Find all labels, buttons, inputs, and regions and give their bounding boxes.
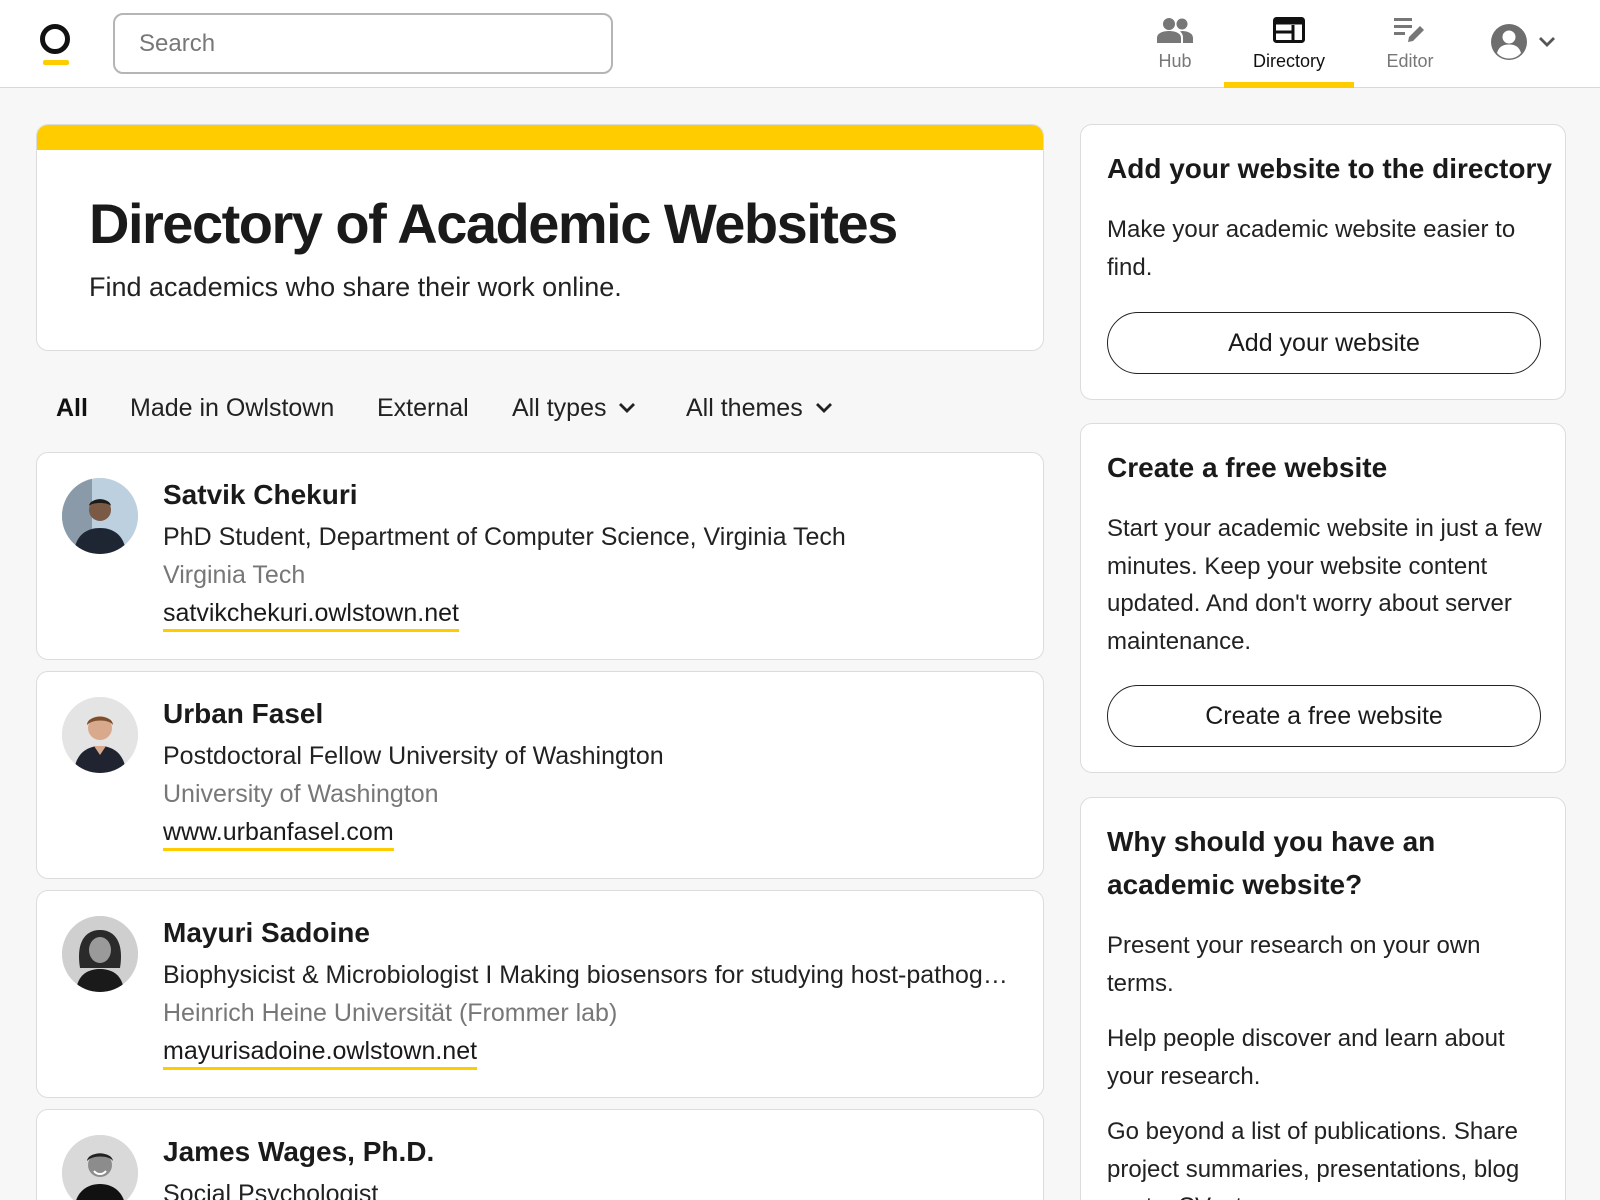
create-website-button[interactable]: Create a free website [1107,685,1541,747]
avatar[interactable] [62,916,138,992]
people-icon [1157,14,1193,46]
directory-entry: Urban Fasel Postdoctoral Fellow Universi… [36,671,1044,879]
person-institution: University of Washington [163,780,439,808]
person-name: James Wages, Ph.D. [163,1136,435,1167]
person-title: Postdoctoral Fellow University of Washin… [163,742,664,770]
nav-editor-label: Editor [1386,51,1434,71]
filter-types-label: All types [512,393,607,422]
directory-entry: Satvik Chekuri PhD Student, Department o… [36,452,1044,660]
chevron-down-icon [1538,35,1556,53]
avatar[interactable] [62,697,138,773]
person-title: Social Psychologist [163,1180,379,1200]
filter-made-in-owlstown[interactable]: Made in Owlstown [130,388,334,428]
search-input[interactable] [113,13,613,74]
directory-entry: Mayuri Sadoine Biophysicist & Microbiolo… [36,890,1044,1098]
nav-editor[interactable]: Editor [1370,0,1450,88]
why-website-title: Why should you have an academic website? [1107,826,1436,900]
directory-icon [1271,14,1307,46]
add-website-button[interactable]: Add your website [1107,312,1541,374]
editor-icon [1392,14,1428,46]
person-institution: Virginia Tech [163,561,306,589]
person-title: Biophysicist & Microbiologist I Making b… [163,961,1013,989]
avatar[interactable] [62,478,138,554]
account-circle-icon [1490,23,1528,66]
account-menu[interactable] [1490,22,1570,66]
add-website-text: Make your academic website easier to fin… [1107,216,1516,281]
person-institution: Heinrich Heine Universität (Frommer lab) [163,999,618,1027]
owlstown-logo[interactable] [38,22,74,66]
page-subtitle: Find academics who share their work onli… [89,272,622,302]
add-website-title: Add your website to the directory [1107,153,1552,184]
nav-hub-label: Hub [1158,51,1192,71]
add-website-card: Add your website to the directory Make y… [1080,124,1566,400]
create-website-card: Create a free website Start your academi… [1080,423,1566,773]
chevron-down-icon [618,402,636,414]
person-website-link[interactable]: mayurisadoine.owlstown.net [163,1037,478,1070]
avatar[interactable] [62,1135,138,1200]
person-name: Satvik Chekuri [163,479,358,510]
filter-external[interactable]: External [377,388,469,428]
nav-directory-label: Directory [1252,51,1325,71]
nav-directory[interactable]: Directory [1224,0,1354,88]
chevron-down-icon [815,402,833,414]
logo-ring [40,24,70,54]
hero-card: Directory of Academic Websites Find acad… [36,124,1044,351]
why-website-card: Why should you have an academic website?… [1080,797,1566,1200]
filter-all[interactable]: All [56,388,88,428]
logo-underline [43,60,69,65]
directory-entry: James Wages, Ph.D. Social Psychologist [36,1109,1044,1200]
create-website-text: Start your academic website in just a fe… [1107,515,1542,655]
filter-themes-label: All themes [686,393,803,422]
page-title: Directory of Academic Websites [89,192,898,255]
person-website-link[interactable]: www.urbanfasel.com [163,818,394,851]
why-website-point: Go beyond a list of publications. Share … [1107,1118,1520,1200]
top-bar: Hub Directory Editor [0,0,1600,88]
filter-themes-dropdown[interactable]: All themes [686,388,833,428]
person-title: PhD Student, Department of Computer Scie… [163,523,846,551]
filter-types-dropdown[interactable]: All types [512,388,636,428]
why-website-point: Present your research on your own terms. [1107,932,1481,997]
person-name: Mayuri Sadoine [163,917,370,948]
person-website-link[interactable]: satvikchekuri.owlstown.net [163,599,459,632]
nav-hub[interactable]: Hub [1142,0,1208,88]
person-name: Urban Fasel [163,698,324,729]
hero-accent-strip [37,125,1043,150]
why-website-point: Help people discover and learn about you… [1107,1025,1505,1090]
create-website-title: Create a free website [1107,452,1388,483]
